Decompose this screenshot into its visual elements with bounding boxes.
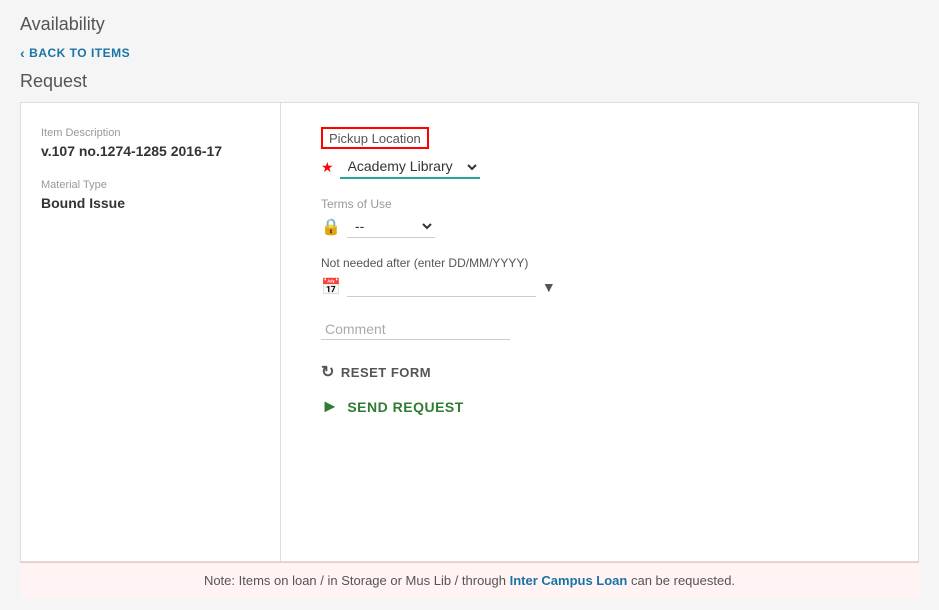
note-text-end: can be requested. [627,573,735,588]
item-description-value: v.107 no.1274-1285 2016-17 [41,143,260,159]
send-label: SEND REQUEST [347,399,463,415]
reset-label: RESET FORM [341,365,431,380]
material-type-label: Material Type [41,179,260,191]
pickup-location-section: Pickup Location ★ Academy Library Main L… [321,127,878,179]
lock-icon: 🔒 [321,217,341,237]
right-panel: Pickup Location ★ Academy Library Main L… [281,103,918,561]
note-bar: Note: Items on loan / in Storage or Mus … [20,562,919,598]
terms-row: 🔒 -- Standard Extended [321,215,878,238]
date-section: Not needed after (enter DD/MM/YYYY) 📅 ▼ [321,256,878,297]
note-text-start: Note: Items on loan / in Storage or Mus … [204,573,510,588]
item-description-label: Item Description [41,127,260,139]
date-row: 📅 ▼ [321,276,878,297]
form-card: Item Description v.107 no.1274-1285 2016… [20,102,919,562]
date-chevron-icon: ▼ [542,279,556,295]
back-to-items-link[interactable]: ‹ BACK TO ITEMS [20,45,919,61]
availability-title: Availability [20,14,919,35]
terms-label: Terms of Use [321,197,878,211]
terms-select[interactable]: -- Standard Extended [347,215,435,238]
chevron-left-icon: ‹ [20,45,25,61]
send-icon: ► [321,396,339,417]
required-star: ★ [321,159,334,176]
send-request-button[interactable]: ► SEND REQUEST [321,396,464,417]
comment-input[interactable] [321,319,510,340]
material-type-value: Bound Issue [41,195,260,211]
reset-form-button[interactable]: ↻ RESET FORM [321,362,431,382]
back-link-label: BACK TO ITEMS [29,46,130,60]
inter-campus-loan-link[interactable]: Inter Campus Loan [510,573,628,588]
pickup-location-label: Pickup Location [329,131,421,146]
date-input[interactable] [347,276,536,297]
reset-icon: ↻ [321,362,335,382]
date-label: Not needed after (enter DD/MM/YYYY) [321,256,878,270]
pickup-select-row: ★ Academy Library Main Library Science L… [321,155,878,179]
pickup-location-label-box: Pickup Location [321,127,429,149]
left-panel: Item Description v.107 no.1274-1285 2016… [21,103,281,561]
request-title: Request [20,71,919,92]
actions-section: ↻ RESET FORM ► SEND REQUEST [321,362,878,417]
calendar-icon: 📅 [321,277,341,297]
pickup-location-select[interactable]: Academy Library Main Library Science Lib… [340,155,480,179]
terms-section: Terms of Use 🔒 -- Standard Extended [321,197,878,238]
comment-section [321,319,878,340]
